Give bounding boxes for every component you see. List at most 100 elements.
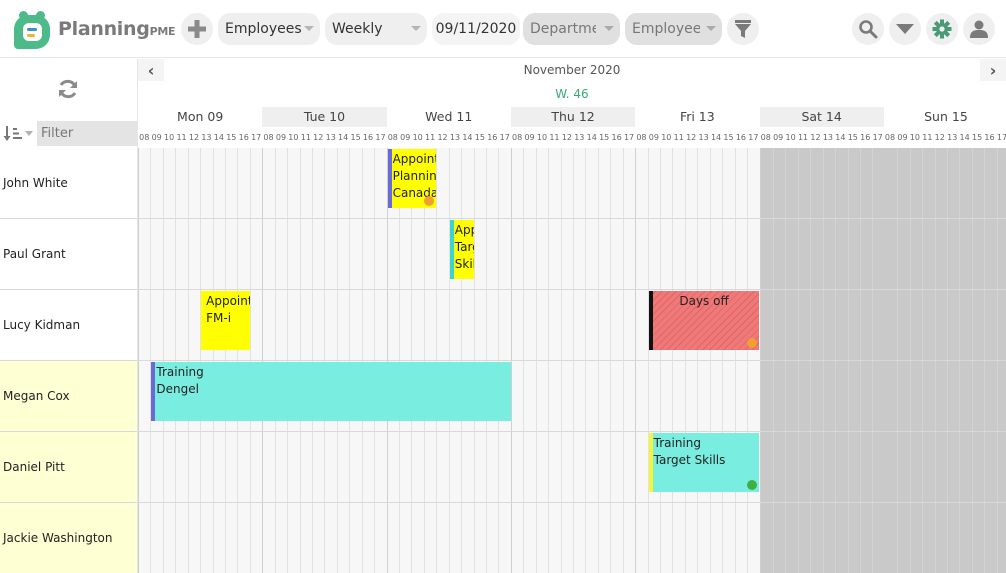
- hour-label: 12: [934, 133, 945, 142]
- event-text: Planning: [392, 169, 437, 183]
- view-select[interactable]: Employees: [218, 13, 320, 45]
- employee-row[interactable]: Paul Grant: [0, 219, 138, 290]
- previous-period-button[interactable]: ‹: [138, 59, 164, 81]
- day-header[interactable]: Tue 10 08 09 10 11 12 13 14 15 16 17: [262, 107, 387, 148]
- settings-button[interactable]: [926, 13, 958, 45]
- hour-label: 15: [971, 133, 983, 142]
- schedule-event[interactable]: Training Target Skills: [648, 433, 760, 492]
- row-gridline: [138, 431, 1006, 432]
- employee-row[interactable]: John White: [0, 148, 138, 219]
- row-gridline: [138, 289, 1006, 290]
- user-profile-button[interactable]: [963, 13, 995, 45]
- event-text: Appointment: [392, 152, 437, 166]
- hour-label: 17: [375, 133, 386, 142]
- event-color-bar: [648, 291, 653, 350]
- hour-label: 11: [176, 133, 187, 142]
- gear-icon: [932, 19, 952, 39]
- filter-input[interactable]: [37, 121, 137, 146]
- row-gridline: [138, 360, 1006, 361]
- chevron-down-icon: [304, 26, 314, 31]
- event-text: Target: [454, 240, 474, 254]
- employees-filter-select[interactable]: Employees: [625, 13, 722, 45]
- add-button[interactable]: [181, 13, 213, 45]
- day-header[interactable]: Sun 15 08 09 10 11 12 13 14 15 16 17: [884, 107, 1006, 148]
- chevron-down-icon: [411, 26, 421, 31]
- day-header[interactable]: Wed 11 08 09 10 11 12 13 14 15 16 17: [387, 107, 511, 148]
- hour-label: 16: [984, 133, 995, 142]
- next-period-button[interactable]: ›: [980, 59, 1006, 81]
- event-text: Training: [653, 436, 701, 450]
- hour-label: 08: [139, 133, 150, 142]
- chevron-down-icon: [25, 131, 33, 136]
- department-select-value: Departmen: [530, 21, 596, 37]
- hour-label: 14: [586, 133, 597, 142]
- menu-dropdown-button[interactable]: [889, 13, 921, 45]
- day-header[interactable]: Fri 13 08 09 10 11 12 13 14 15 16 17: [635, 107, 759, 148]
- hour-label: 09: [648, 133, 659, 142]
- row-gridline: [138, 218, 1006, 219]
- sort-icon: [3, 126, 22, 141]
- recurrence-icon: [747, 480, 758, 490]
- schedule-event[interactable]: AppointmentPlanningCanada: [387, 149, 437, 208]
- schedule-event[interactable]: Appointment Target Skills: [449, 220, 474, 279]
- event-text: Appointment: [454, 223, 474, 237]
- hour-label: 14: [338, 133, 349, 142]
- employee-row[interactable]: Jackie Washington: [0, 503, 138, 573]
- refresh-icon: [59, 79, 77, 99]
- hour-label: 09: [151, 133, 162, 142]
- hour-label: 17: [623, 133, 635, 142]
- hour-label: 13: [822, 133, 833, 142]
- schedule-event[interactable]: Days off: [648, 291, 760, 350]
- hour-label: 08: [760, 133, 771, 142]
- day-headers: Mon 09 08 09 10 11 12 13 14 15 16 17 Tue 10 08 09 10 11…: [138, 107, 1006, 148]
- schedule-event[interactable]: Appointment FM-i: [201, 291, 250, 350]
- day-label: Fri 13: [679, 109, 715, 124]
- week-label: W. 46: [555, 87, 589, 101]
- day-label: Sun 15: [924, 109, 968, 124]
- event-text: Dengel: [156, 382, 199, 396]
- view-select-value: Employees: [225, 21, 302, 37]
- hour-label: 09: [400, 133, 411, 142]
- hour-label: 13: [698, 133, 709, 142]
- hour-label: 15: [599, 133, 610, 142]
- event-color-bar: [151, 362, 156, 421]
- hour-label: 17: [499, 133, 510, 142]
- employee-row[interactable]: Megan Cox: [0, 361, 138, 432]
- day-label: Mon 09: [177, 109, 224, 124]
- schedule-grid[interactable]: AppointmentPlanningCanadaAppointmentTarg…: [138, 148, 1006, 573]
- day-header[interactable]: Thu 12 08 09 10 11 12 13 14 15 16 17: [510, 107, 636, 148]
- employee-row[interactable]: Daniel Pitt: [0, 432, 138, 503]
- hour-label: 15: [474, 133, 485, 142]
- hour-label: 17: [748, 133, 759, 142]
- date-value: 09/11/2020: [435, 21, 517, 37]
- hour-label: 09: [773, 133, 784, 142]
- refresh-button[interactable]: [56, 77, 80, 101]
- employee-row[interactable]: Lucy Kidman: [0, 290, 138, 361]
- hour-label: 15: [723, 133, 734, 142]
- hour-label: 10: [909, 133, 920, 142]
- day-label: Wed 11: [425, 109, 473, 124]
- department-select[interactable]: Departmen: [523, 13, 620, 45]
- chevron-down-icon: [706, 26, 716, 31]
- hour-label: 16: [735, 133, 746, 142]
- resource-panel-header: [0, 59, 138, 148]
- hour-label: 10: [785, 133, 796, 142]
- caret-down-icon: [896, 24, 914, 34]
- filter-button[interactable]: [727, 13, 759, 45]
- sort-button[interactable]: [3, 123, 37, 145]
- employee-name: John White: [3, 176, 68, 190]
- user-icon: [970, 20, 988, 38]
- schedule-event[interactable]: Training Dengel: [151, 362, 511, 421]
- hour-label: 11: [673, 133, 684, 142]
- app-logo[interactable]: PlanningPME: [12, 9, 175, 49]
- day-header[interactable]: Sat 14 08 09 10 11 12 13 14 15 16 17: [759, 107, 884, 148]
- employee-name: Lucy Kidman: [3, 318, 81, 332]
- logo-icon: [12, 9, 52, 49]
- date-input[interactable]: 09/11/2020: [432, 13, 520, 45]
- day-header[interactable]: Mon 09 08 09 10 11 12 13 14 15 16 17: [138, 107, 262, 148]
- search-button[interactable]: [852, 13, 884, 45]
- employee-list: John White Paul Grant Lucy Kidman Megan Cox…: [0, 148, 138, 573]
- logo-text: PlanningPME: [58, 18, 176, 40]
- chevron-right-icon: ›: [989, 60, 997, 80]
- period-select[interactable]: Weekly: [325, 13, 427, 45]
